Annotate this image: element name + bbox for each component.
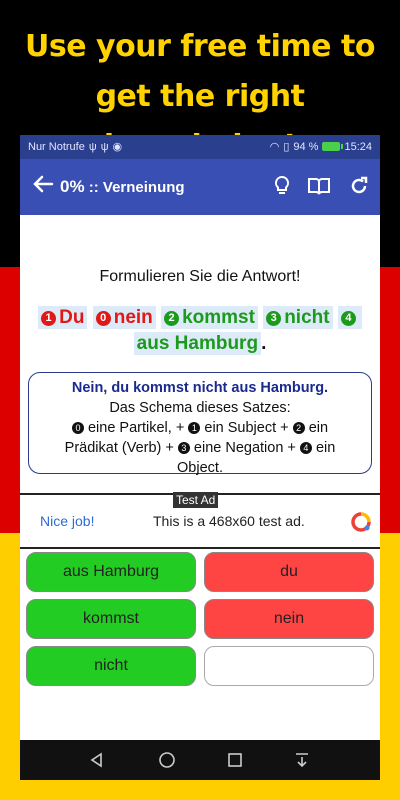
option-button[interactable]: kommst xyxy=(26,599,196,639)
option-button[interactable]: aus Hamburg xyxy=(26,552,196,592)
option-button-empty[interactable] xyxy=(204,646,374,686)
wifi-icon: ◠ xyxy=(269,141,280,153)
ad-tag: Test Ad xyxy=(173,492,219,508)
task-prompt: Formulieren Sie die Antwort! xyxy=(99,268,301,285)
schema-heading: Das Schema dieses Satzes: xyxy=(109,400,291,416)
usb-debug-icon: ψ xyxy=(100,140,109,153)
progress-percent: 0% xyxy=(60,177,85,196)
answer-word: nicht xyxy=(284,307,330,328)
app-bar: 0% :: Verneinung xyxy=(20,159,380,215)
number-badge: 4 xyxy=(340,311,356,326)
number-badge: 0 xyxy=(95,311,111,326)
answer-word: kommst xyxy=(182,307,255,328)
book-icon[interactable] xyxy=(307,174,331,198)
answer-sentence: 1 Du 0 nein 2 kommst 3 nicht 4 aus Hamburg. xyxy=(30,305,370,357)
ad-text[interactable]: This is a 468x60 test ad. xyxy=(153,513,305,529)
answer-word: Du xyxy=(59,307,85,328)
clock: 15:24 xyxy=(344,140,372,153)
sim-icon: ▯ xyxy=(283,141,290,153)
lesson-title: :: Verneinung xyxy=(88,179,185,196)
home-circle-icon[interactable] xyxy=(157,750,177,770)
schema-part: ein Subject + xyxy=(204,420,289,436)
number-badge: 4 xyxy=(299,442,312,454)
number-badge: 3 xyxy=(177,442,190,454)
answer-token: 3 nicht xyxy=(263,306,333,329)
answer-token: 1 Du xyxy=(38,306,88,329)
number-badge: 1 xyxy=(41,311,57,326)
ad-nice-job[interactable]: Nice job! xyxy=(40,513,94,529)
refresh-icon[interactable] xyxy=(347,174,371,198)
battery-icon xyxy=(322,142,344,151)
schema-line: Object. xyxy=(177,460,223,476)
option-button[interactable]: du xyxy=(204,552,374,592)
system-navigation-bar xyxy=(20,740,380,780)
option-button[interactable]: nein xyxy=(204,599,374,639)
arrow-left-icon[interactable] xyxy=(32,173,54,200)
notification-pulldown-icon[interactable] xyxy=(292,750,312,770)
promo-headline-line1: Use your free time to xyxy=(25,29,375,64)
schema-part: eine Negation + xyxy=(193,440,296,456)
number-badge: 2 xyxy=(292,422,305,434)
option-button[interactable]: nicht xyxy=(26,646,196,686)
ad-banner[interactable]: Test Ad Nice job! This is a 468x60 test … xyxy=(20,492,380,549)
lightbulb-icon[interactable] xyxy=(270,174,294,198)
recents-square-icon[interactable] xyxy=(225,750,245,770)
usb-icon: ψ xyxy=(88,140,97,153)
status-bar: Nur Notrufe ψ ψ ◉ ◠ ▯ 94 % 15:24 xyxy=(20,135,380,159)
explanation-box: Nein, du kommst nicht aus Hamburg. Das S… xyxy=(28,372,372,476)
translated-sentence: Nein, du kommst nicht aus Hamburg. xyxy=(71,380,329,396)
number-badge: 2 xyxy=(164,311,180,326)
carrier-text: Nur Notrufe xyxy=(28,140,85,153)
schema-line: Prädikat (Verb) + 3 eine Negation + 4 ei… xyxy=(37,438,363,458)
number-badge: 1 xyxy=(188,422,201,434)
battery-percent: 94 % xyxy=(293,140,319,153)
phone-screen: Nur Notrufe ψ ψ ◉ ◠ ▯ 94 % 15:24 0% :: V… xyxy=(20,135,380,780)
number-badge: 0 xyxy=(71,422,84,434)
answer-token: 2 kommst xyxy=(161,306,258,329)
schema-line: 0 eine Partikel, + 1 ein Subject + 2 ein xyxy=(37,418,363,438)
number-badge: 3 xyxy=(266,311,282,326)
answer-token: 4 xyxy=(337,306,362,329)
schema-part: ein xyxy=(315,440,336,456)
back-triangle-icon[interactable] xyxy=(87,750,107,770)
schema-part: Prädikat (Verb) + xyxy=(64,440,174,456)
answer-word: nein xyxy=(113,307,153,328)
answer-token: 0 nein xyxy=(92,306,156,329)
schema-part: eine Partikel, + xyxy=(87,420,185,436)
schema-part: ein xyxy=(308,420,329,436)
telegram-icon: ◉ xyxy=(112,141,123,153)
answer-period: . xyxy=(261,333,267,354)
answer-word: aus Hamburg xyxy=(133,332,262,355)
admob-logo-icon xyxy=(350,511,372,533)
page-title: 0% :: Verneinung xyxy=(60,177,185,197)
